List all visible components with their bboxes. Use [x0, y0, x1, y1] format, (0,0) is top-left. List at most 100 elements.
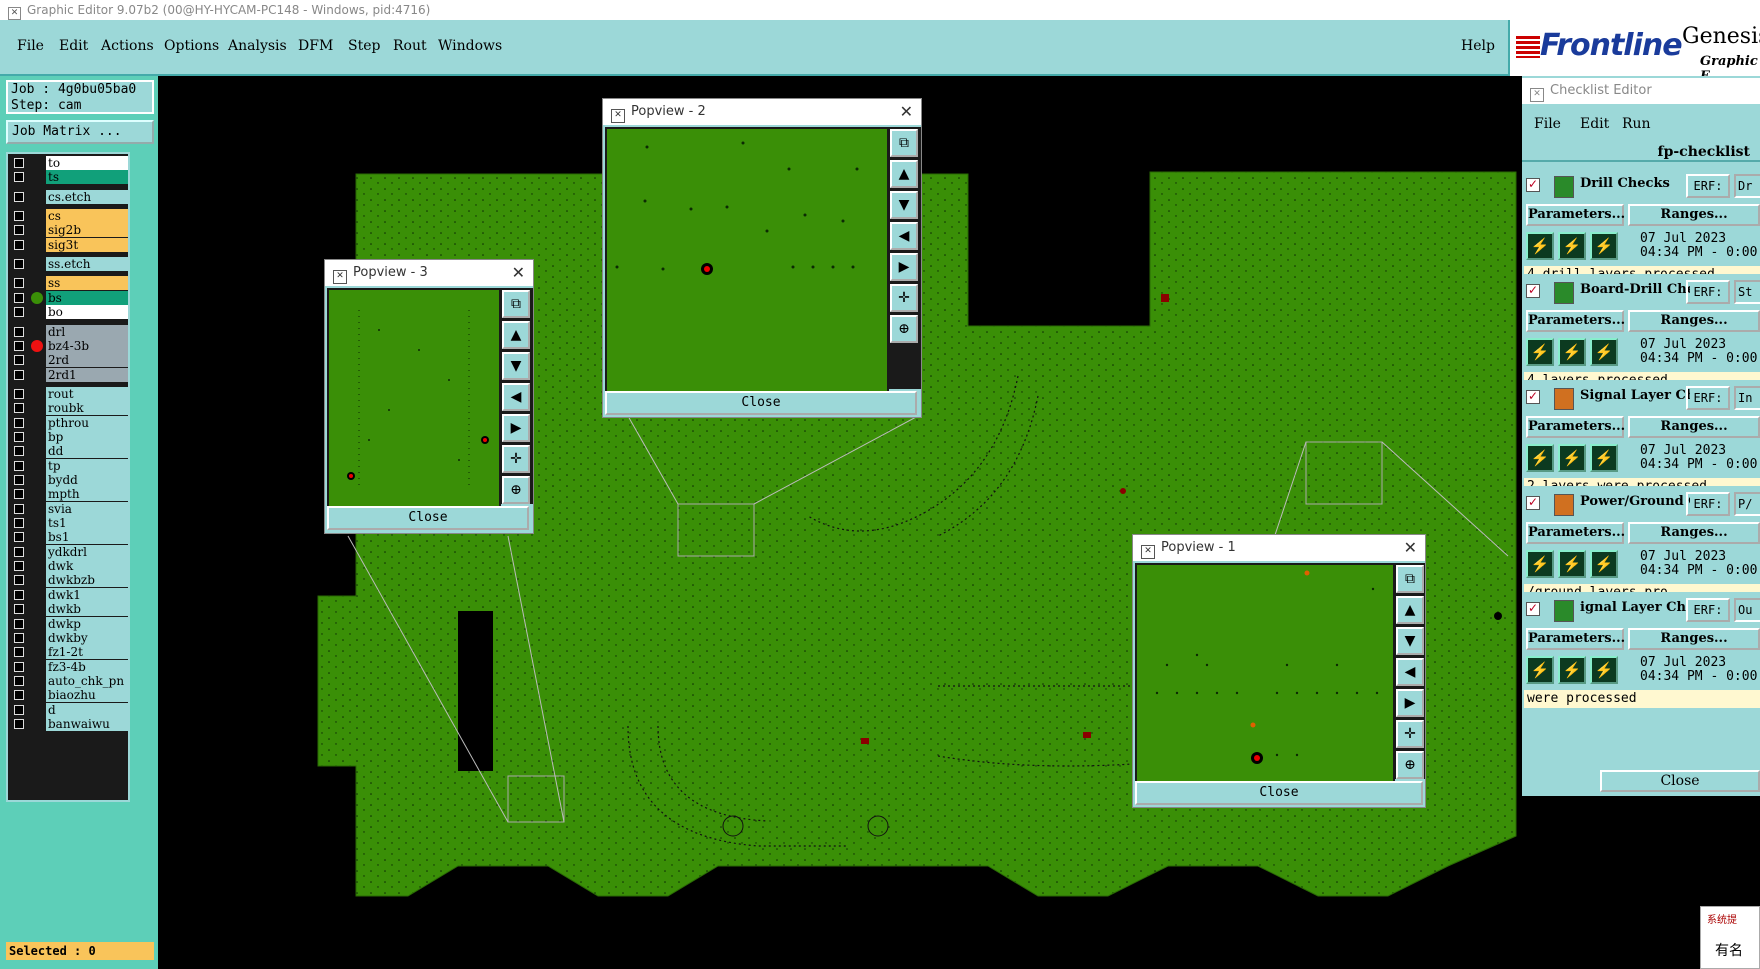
layer-row[interactable]: drl [10, 324, 128, 339]
layer-name[interactable]: auto_chk_pn [46, 673, 128, 688]
layer-row[interactable]: ts [10, 170, 128, 185]
layer-checkbox[interactable] [14, 647, 24, 658]
layer-checkbox[interactable] [14, 675, 24, 686]
zoom-in-icon[interactable]: ✛ [1396, 720, 1424, 748]
run-action-icon[interactable]: ⚡ [1526, 550, 1554, 578]
menu-step[interactable]: Step [348, 38, 380, 54]
layer-name[interactable]: d [46, 702, 128, 717]
layer-row[interactable]: d [10, 702, 128, 717]
ranges-button[interactable]: Ranges... [1628, 628, 1760, 650]
checklist-close-button[interactable]: Close [1600, 770, 1760, 792]
layer-checkbox[interactable] [14, 546, 24, 557]
zoom-fit-icon[interactable]: ⧉ [502, 290, 530, 318]
layer-checkbox[interactable] [14, 503, 24, 514]
action-enabled-checkbox[interactable]: ✓ [1526, 390, 1540, 404]
layer-name[interactable]: banwaiwu [46, 716, 128, 731]
run-error-icon[interactable]: ⚡ [1590, 550, 1618, 578]
parameters-button[interactable]: Parameters... [1526, 416, 1625, 438]
run-action-icon[interactable]: ⚡ [1526, 444, 1554, 472]
layer-name[interactable]: ydkdrl [46, 544, 128, 559]
pan-left-icon[interactable]: ◀ [502, 383, 530, 411]
parameters-button[interactable]: Parameters... [1526, 522, 1625, 544]
layer-name[interactable]: 2rd [46, 353, 128, 368]
menu-actions[interactable]: Actions [101, 38, 154, 54]
layer-name[interactable]: dwk1 [46, 587, 128, 602]
layer-name[interactable]: dwkp [46, 616, 128, 631]
layer-name[interactable]: dd [46, 444, 128, 459]
pan-left-icon[interactable]: ◀ [890, 222, 918, 250]
menu-options[interactable]: Options [164, 38, 219, 54]
layer-checkbox[interactable] [14, 690, 24, 701]
run-action-icon[interactable]: ⚡ [1526, 338, 1554, 366]
layer-checkbox[interactable] [14, 355, 24, 366]
menu-dfm[interactable]: DFM [298, 38, 333, 54]
layer-row[interactable]: fz3-4b [10, 659, 128, 674]
layer-row[interactable]: dwk [10, 559, 128, 574]
layer-checkbox[interactable] [14, 211, 24, 222]
erf-value-field[interactable]: Ou [1734, 598, 1760, 622]
pan-right-icon[interactable]: ▶ [890, 253, 918, 281]
ranges-button[interactable]: Ranges... [1628, 310, 1760, 332]
layer-checkbox[interactable] [14, 403, 24, 414]
layer-row[interactable]: cs.etch [10, 189, 128, 204]
layer-checkbox[interactable] [14, 307, 24, 318]
layer-name[interactable]: svia [46, 501, 128, 516]
layer-row[interactable]: 2rd1 [10, 367, 128, 382]
pan-down-icon[interactable]: ▼ [502, 352, 530, 380]
layer-name[interactable]: mpth [46, 487, 128, 502]
layer-row[interactable]: sig3t [10, 237, 128, 252]
pan-up-icon[interactable]: ▲ [502, 321, 530, 349]
pan-down-icon[interactable]: ▼ [1396, 627, 1424, 655]
layer-name[interactable]: ts [46, 170, 128, 185]
checklist-menu-file[interactable]: File [1534, 116, 1561, 132]
layer-row[interactable]: ydkdrl [10, 544, 128, 559]
layer-name[interactable]: ss.etch [46, 257, 128, 272]
layer-name[interactable]: tp [46, 458, 128, 473]
erf-value-field[interactable]: St [1734, 280, 1760, 304]
layer-row[interactable]: ts1 [10, 516, 128, 531]
layer-checkbox[interactable] [14, 704, 24, 715]
ranges-button[interactable]: Ranges... [1628, 522, 1760, 544]
layer-checkbox[interactable] [14, 388, 24, 399]
action-name[interactable]: Signal Layer Ch [1580, 388, 1690, 403]
layer-checkbox[interactable] [14, 532, 24, 543]
run-action-icon[interactable]: ⚡ [1558, 550, 1586, 578]
layer-name[interactable]: drl [46, 324, 128, 339]
layer-row[interactable]: cs [10, 209, 128, 224]
pan-up-icon[interactable]: ▲ [890, 160, 918, 188]
layer-row[interactable]: sig2b [10, 223, 128, 238]
layer-row[interactable]: rout [10, 386, 128, 401]
layer-checkbox[interactable] [14, 518, 24, 529]
run-action-icon[interactable]: ⚡ [1558, 656, 1586, 684]
layer-row[interactable]: bs [10, 290, 128, 305]
layer-checkbox[interactable] [14, 632, 24, 643]
layer-name[interactable]: dwk [46, 559, 128, 574]
layer-name[interactable]: bp [46, 429, 128, 444]
layer-checkbox[interactable] [14, 369, 24, 380]
action-name[interactable]: ignal Layer Ch [1580, 600, 1690, 615]
popview-1-close-button[interactable]: Close [1135, 781, 1423, 805]
layer-row[interactable]: bs1 [10, 530, 128, 545]
layer-checkbox[interactable] [14, 489, 24, 500]
run-error-icon[interactable]: ⚡ [1590, 656, 1618, 684]
zoom-fit-icon[interactable]: ⧉ [1396, 565, 1424, 593]
layer-checkbox[interactable] [14, 326, 24, 337]
layer-row[interactable]: dwkby [10, 630, 128, 645]
menu-rout[interactable]: Rout [393, 38, 427, 54]
layer-row[interactable]: dwk1 [10, 587, 128, 602]
menu-windows[interactable]: Windows [438, 38, 502, 54]
layer-row[interactable]: tp [10, 458, 128, 473]
layer-row[interactable]: to [10, 156, 128, 170]
layer-name[interactable]: bz4-3b [46, 338, 128, 353]
layer-checkbox[interactable] [14, 475, 24, 485]
layer-checkbox[interactable] [14, 417, 24, 428]
layer-checkbox[interactable] [14, 589, 24, 600]
layer-row[interactable]: ss [10, 276, 128, 291]
layer-checkbox[interactable] [14, 292, 24, 303]
layer-checkbox[interactable] [14, 340, 24, 351]
system-notification[interactable]: 系统提 有名 [1700, 906, 1760, 969]
pan-right-icon[interactable]: ▶ [502, 414, 530, 442]
run-action-icon[interactable]: ⚡ [1526, 656, 1554, 684]
layer-row[interactable]: ss.etch [10, 257, 128, 272]
layer-name[interactable]: bydd [46, 473, 128, 487]
